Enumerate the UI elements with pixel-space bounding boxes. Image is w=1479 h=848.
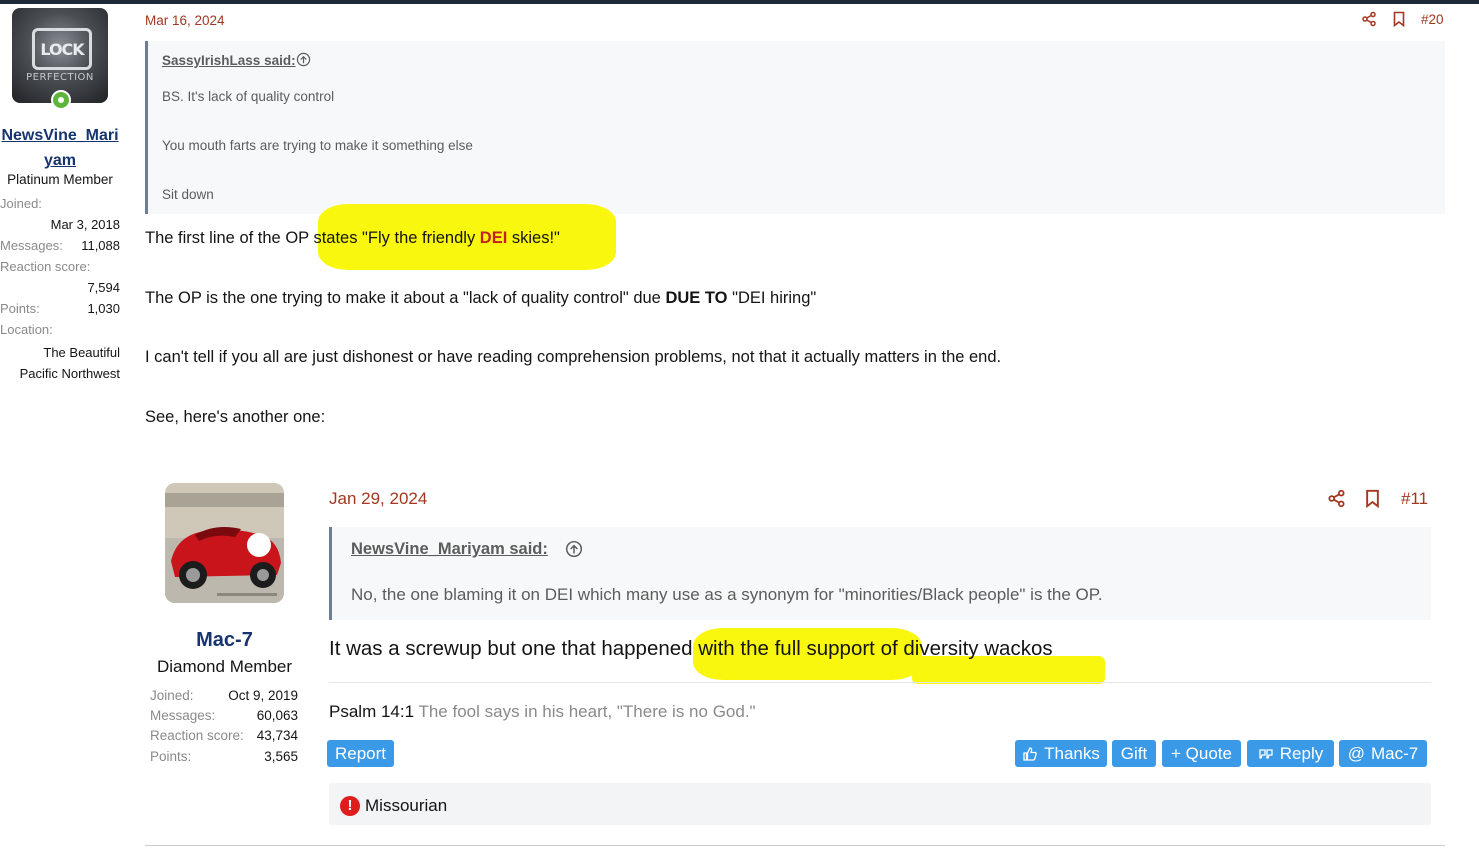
- embedded-post-date: Jan 29, 2024: [329, 489, 428, 508]
- signature-reference: Psalm 14:1: [329, 702, 415, 721]
- stat-value-messages: 11,088: [81, 238, 120, 253]
- thumbs-up-icon: [1023, 746, 1037, 761]
- thanks-button: Thanks: [1015, 740, 1107, 767]
- embedded-quote-author: NewsVine_Mariyam said:: [351, 540, 548, 558]
- user-title: Platinum Member: [7, 172, 113, 187]
- top-bar: [0, 0, 1479, 4]
- username-link[interactable]: NewsVine_Mari yam: [0, 123, 120, 173]
- stat-label-points: Points:: [0, 301, 40, 316]
- quote-line: BS. It's lack of quality control: [162, 89, 335, 104]
- embedded-stat-label: Joined:: [150, 688, 194, 703]
- body-line-3: I can't tell if you all are just dishone…: [145, 348, 1002, 366]
- reply-button: Reply: [1247, 740, 1334, 767]
- stat-label-messages: Messages:: [0, 238, 63, 253]
- stat-value-joined: Mar 3, 2018: [50, 217, 120, 232]
- alert-icon: !: [340, 796, 360, 816]
- embedded-username: Mac-7: [196, 629, 253, 651]
- share-icon[interactable]: [1361, 11, 1377, 27]
- stat-label-reaction-score: Reaction score:: [0, 259, 91, 274]
- arrow-up-circle-icon[interactable]: [296, 52, 311, 67]
- mention-button: @ Mac-7: [1339, 740, 1427, 767]
- body-text: The OP is the one trying to make it abou…: [145, 289, 666, 307]
- avatar-logo-text: LOCK: [32, 28, 92, 70]
- race-car-image: [165, 483, 284, 603]
- embedded-stat-value: Oct 9, 2019: [228, 688, 298, 703]
- embedded-bookmark-icon: [1366, 489, 1379, 508]
- divider: [329, 682, 1431, 683]
- body-text: The first line of the OP states "Fly the…: [145, 229, 480, 247]
- quote-author[interactable]: SassyIrishLass said:: [162, 53, 296, 68]
- location-line-1: The Beautiful: [43, 345, 120, 360]
- username-line-2: yam: [43, 152, 77, 169]
- mention-label: Mac-7: [1371, 743, 1419, 763]
- embedded-stat-value: 60,063: [256, 708, 298, 723]
- embedded-share-icon: [1328, 489, 1345, 508]
- thanks-label: Thanks: [1044, 743, 1100, 763]
- embedded-footer: ! Missourian: [329, 783, 1431, 825]
- signature-text: The fool says in his heart, "There is no…: [414, 702, 756, 721]
- body-line-4: See, here's another one:: [145, 408, 326, 426]
- gift-button: Gift: [1112, 740, 1156, 767]
- body-text: skies!": [507, 229, 560, 247]
- stat-label-location: Location:: [0, 322, 53, 337]
- reply-label: Reply: [1279, 743, 1324, 763]
- embedded-arrow-up-circle-icon: [565, 540, 583, 558]
- post-number[interactable]: #20: [1421, 12, 1444, 27]
- embedded-stat-value: 43,734: [256, 728, 298, 743]
- quote-line: Sit down: [162, 187, 214, 202]
- embedded-user-title: Diamond Member: [156, 657, 293, 676]
- at-icon: @: [1347, 743, 1366, 763]
- post-date[interactable]: Mar 16, 2024: [145, 13, 225, 28]
- quote-button: + Quote: [1162, 740, 1241, 767]
- stat-value-reaction-score: 7,594: [87, 280, 120, 295]
- embedded-body-text: It was a screwup but one that happened w…: [329, 637, 1053, 660]
- bookmark-icon[interactable]: [1391, 11, 1407, 27]
- report-button: Report: [327, 740, 394, 767]
- embedded-footer-text: Missourian: [365, 796, 448, 815]
- embedded-stat-label: Reaction score:: [150, 728, 244, 743]
- embedded-stat-label: Messages:: [150, 708, 216, 723]
- body-text: "DEI hiring": [727, 289, 817, 307]
- location-line-2: Pacific Northwest: [19, 366, 120, 381]
- embedded-avatar: [165, 483, 284, 603]
- embedded-stat-value: 3,565: [264, 749, 298, 764]
- stat-label-joined: Joined:: [0, 196, 42, 211]
- embedded-signature: Psalm 14:1 The fool says in his heart, "…: [329, 702, 756, 722]
- body-line-1: The first line of the OP states "Fly the…: [145, 229, 560, 248]
- body-bold-text: DUE TO: [665, 289, 728, 307]
- body-dei-text: DEI: [479, 229, 508, 247]
- post-divider: [145, 845, 1445, 846]
- stat-value-location: The Beautiful Pacific Northwest: [20, 342, 120, 384]
- embedded-post-number: #11: [1401, 489, 1429, 508]
- embedded-stat-label: Points:: [150, 749, 192, 764]
- embedded-quote-block: NewsVine_Mariyam said: No, the one blami…: [329, 527, 1431, 620]
- quote-line: You mouth farts are trying to make it so…: [162, 138, 473, 153]
- online-status-icon: [51, 90, 71, 110]
- avatar-subtext: PERFECTION: [26, 72, 94, 83]
- avatar[interactable]: LOCK PERFECTION: [12, 8, 108, 103]
- stat-value-points: 1,030: [87, 301, 120, 316]
- quote-block: SassyIrishLass said: BS. It's lack of qu…: [145, 41, 1445, 214]
- quote-marks-icon: [1259, 748, 1273, 759]
- body-line-2: The OP is the one trying to make it abou…: [145, 289, 816, 308]
- username-line-1: NewsVine_Mari: [1, 127, 119, 144]
- embedded-quote-text: No, the one blaming it on DEI which many…: [351, 585, 1103, 604]
